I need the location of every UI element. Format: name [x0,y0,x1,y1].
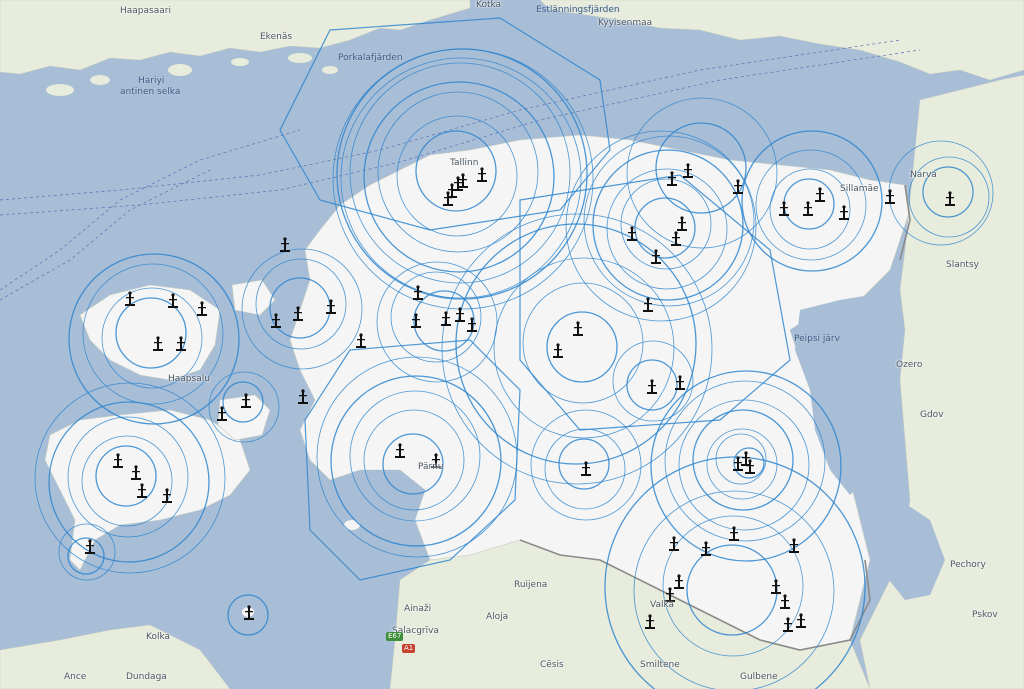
label-eastern-gulf: Ekenäs [260,32,293,42]
radio-tower-icon[interactable] [298,389,308,404]
label-pechory: Pechory [950,560,986,570]
label-ozero: Ozero [896,360,923,370]
label-kotka: Kotka [476,0,502,10]
label-haapsalu: Haapsalu [168,374,210,384]
kihnu-island [344,520,360,530]
label-narva: Narva [910,170,937,180]
vormsi-island [231,279,276,316]
hiiumaa-island [79,284,221,381]
label-gulbene: Gulbene [740,672,778,682]
label-hamina: Estlänningsfjärden [536,5,620,15]
label-valka: Valka [650,600,675,610]
coverage-map[interactable]: Haapasaari Ekenäs Kotka Porkalafjärden E… [0,0,1024,689]
label-kolka: Kolka [146,632,171,642]
label-kingisepp: Slantsy [946,260,979,270]
radio-tower-icon[interactable] [280,237,290,252]
road-shield-e67: E67 [386,632,404,641]
label-smiltene: Smiltene [640,660,680,670]
label-dundaga: Dundaga [126,672,167,682]
map-canvas[interactable] [0,0,1024,689]
road-shield-a1: A1 [402,644,416,653]
label-hariyi: Hariyi [138,76,165,86]
label-tallinn: Tallinn [450,158,479,168]
label-aloja: Aloja [486,612,509,622]
label-haapasaari: Haapasaari [120,6,171,16]
label-parnu: Pärnu [418,462,444,472]
label-riga-region: Ruijena [514,580,548,590]
label-porkala: Porkalafjärden [338,53,403,63]
label-antinen-selka: antinen selka [120,87,181,97]
label-gdov: Gdov [920,410,944,420]
saaremaa-island [44,409,251,571]
label-pskov: Pskov [972,610,998,620]
label-sillamae: Sillamäe [840,184,879,194]
label-pyhtaa: Kyyisenmaa [598,18,653,28]
kurzeme-land [0,624,231,689]
label-cesis: Cēsis [540,660,564,670]
label-ance: Ance [64,672,87,682]
label-peipsi: Peipsi järv [794,334,840,344]
label-ainazi: Ainaži [404,604,432,614]
